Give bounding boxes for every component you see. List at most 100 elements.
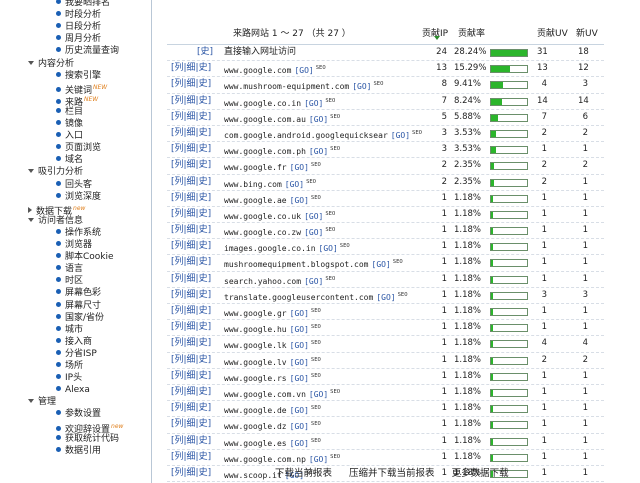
row-action-links[interactable]: [列|细|史] bbox=[171, 207, 211, 222]
row-action-links[interactable]: [列|细|史] bbox=[171, 401, 211, 416]
row-action-links[interactable]: [列|细|史] bbox=[171, 110, 211, 125]
expand-down-icon[interactable] bbox=[28, 217, 34, 222]
site-name[interactable]: www.google.lk bbox=[224, 341, 287, 350]
go-link[interactable]: [GO] bbox=[290, 163, 309, 172]
sidebar-item-1[interactable]: 时段分析 bbox=[56, 9, 101, 21]
seo-link[interactable]: SEO bbox=[393, 259, 403, 265]
go-link[interactable]: [GO] bbox=[304, 212, 323, 221]
seo-link[interactable]: SEO bbox=[311, 405, 321, 411]
sidebar-item-6[interactable]: 搜索引擎 bbox=[56, 70, 101, 82]
seo-link[interactable]: SEO bbox=[330, 454, 340, 460]
seo-link[interactable]: SEO bbox=[330, 146, 340, 152]
seo-link[interactable]: SEO bbox=[311, 438, 321, 444]
go-link[interactable]: [GO] bbox=[352, 82, 371, 91]
history-link[interactable]: [史] bbox=[197, 45, 213, 60]
go-link[interactable]: [GO] bbox=[309, 390, 328, 399]
row-action-links[interactable]: [列|细|史] bbox=[171, 369, 211, 384]
expand-down-icon[interactable] bbox=[28, 399, 34, 404]
sidebar-item-35[interactable]: 欢迎辞设置new bbox=[56, 421, 123, 435]
row-action-links[interactable]: [列|细|史] bbox=[171, 77, 211, 92]
sidebar-item-32[interactable]: Alexa bbox=[56, 384, 90, 396]
go-link[interactable]: [GO] bbox=[309, 147, 328, 156]
seo-link[interactable]: SEO bbox=[311, 308, 321, 314]
more-downloads-link[interactable]: 更多数据下载 bbox=[452, 468, 509, 479]
seo-link[interactable]: SEO bbox=[412, 130, 422, 136]
sidebar-section-33[interactable]: 管理 bbox=[28, 396, 56, 408]
site-name[interactable]: www.google.co.in bbox=[224, 99, 301, 108]
row-action-links[interactable]: [列|细|史] bbox=[171, 450, 211, 465]
row-action-links[interactable]: [列|细|史] bbox=[171, 158, 211, 173]
sidebar-item-10[interactable]: 镜像 bbox=[56, 118, 83, 130]
go-link[interactable]: [GO] bbox=[319, 244, 338, 253]
seo-link[interactable]: SEO bbox=[325, 276, 335, 282]
seo-link[interactable]: SEO bbox=[311, 324, 321, 330]
sidebar-item-8[interactable]: 来路NEW bbox=[56, 94, 98, 108]
site-name[interactable]: mushroomequipment.blogspot.com bbox=[224, 260, 369, 269]
row-action-links[interactable]: [列|细|史] bbox=[171, 336, 211, 351]
sidebar-item-25[interactable]: 屏幕尺寸 bbox=[56, 300, 101, 312]
row-action-links[interactable]: [列|细|史] bbox=[171, 223, 211, 238]
site-name[interactable]: www.scoop.it bbox=[224, 471, 282, 480]
sidebar-item-20[interactable]: 浏览器 bbox=[56, 239, 92, 251]
site-name[interactable]: www.google.com.vn bbox=[224, 390, 306, 399]
go-link[interactable]: [GO] bbox=[290, 325, 309, 334]
go-link[interactable]: [GO] bbox=[290, 309, 309, 318]
sidebar-item-13[interactable]: 域名 bbox=[56, 154, 83, 166]
row-action-links[interactable]: [列|细|史] bbox=[171, 320, 211, 335]
sidebar-item-29[interactable]: 分省ISP bbox=[56, 348, 97, 360]
seo-link[interactable]: SEO bbox=[316, 65, 326, 71]
go-link[interactable]: [GO] bbox=[304, 228, 323, 237]
seo-link[interactable]: SEO bbox=[311, 357, 321, 363]
site-name[interactable]: www.google.fr bbox=[224, 163, 287, 172]
site-name[interactable]: www.google.rs bbox=[224, 374, 287, 383]
sidebar-item-30[interactable]: 场所 bbox=[56, 360, 83, 372]
site-name[interactable]: translate.googleusercontent.com bbox=[224, 293, 373, 302]
site-name[interactable]: www.google.hu bbox=[224, 325, 287, 334]
expand-down-icon[interactable] bbox=[28, 60, 34, 65]
sidebar-item-34[interactable]: 参数设置 bbox=[56, 408, 101, 420]
header-new-uv[interactable]: 新UV bbox=[576, 26, 598, 39]
sidebar-item-24[interactable]: 屏幕色彩 bbox=[56, 287, 101, 299]
seo-link[interactable]: SEO bbox=[311, 421, 321, 427]
seo-link[interactable]: SEO bbox=[330, 114, 340, 120]
go-link[interactable]: [GO] bbox=[391, 131, 410, 140]
seo-link[interactable]: SEO bbox=[325, 211, 335, 217]
go-link[interactable]: [GO] bbox=[290, 406, 309, 415]
site-name[interactable]: com.google.android.googlequicksear bbox=[224, 131, 388, 140]
sidebar-item-22[interactable]: 语言 bbox=[56, 263, 83, 275]
site-name[interactable]: www.bing.com bbox=[224, 180, 282, 189]
seo-link[interactable]: SEO bbox=[311, 195, 321, 201]
sidebar-item-11[interactable]: 入口 bbox=[56, 130, 83, 142]
site-name[interactable]: www.google.com.au bbox=[224, 115, 306, 124]
sidebar-section-17[interactable]: 数据下载new bbox=[28, 203, 85, 217]
row-action-links[interactable]: [列|细|史] bbox=[171, 353, 211, 368]
go-link[interactable]: [GO] bbox=[309, 115, 328, 124]
expand-down-icon[interactable] bbox=[28, 169, 34, 174]
row-action-links[interactable]: [列|细|史] bbox=[171, 239, 211, 254]
row-action-links[interactable]: [列|细|史] bbox=[171, 61, 211, 76]
sidebar-item-4[interactable]: 历史流量查询 bbox=[56, 45, 119, 57]
zip-download-link[interactable]: 压缩并下载当前报表 bbox=[349, 468, 435, 479]
site-name[interactable]: www.google.co.uk bbox=[224, 212, 301, 221]
header-uv[interactable]: 贡献UV bbox=[537, 26, 568, 39]
sidebar-item-28[interactable]: 接入商 bbox=[56, 336, 92, 348]
row-action-links[interactable]: [列|细|史] bbox=[171, 385, 211, 400]
sidebar-item-3[interactable]: 周月分析 bbox=[56, 33, 101, 45]
site-name[interactable]: search.yahoo.com bbox=[224, 277, 301, 286]
go-link[interactable]: [GO] bbox=[294, 66, 313, 75]
sidebar-item-16[interactable]: 浏览深度 bbox=[56, 191, 101, 203]
site-name[interactable]: www.google.co.zw bbox=[224, 228, 301, 237]
seo-link[interactable]: SEO bbox=[340, 243, 350, 249]
row-action-links[interactable]: [列|细|史] bbox=[171, 126, 211, 141]
site-name[interactable]: www.google.dz bbox=[224, 422, 287, 431]
go-link[interactable]: [GO] bbox=[290, 422, 309, 431]
sidebar-item-26[interactable]: 国家/省份 bbox=[56, 312, 104, 324]
row-action-links[interactable]: [列|细|史] bbox=[171, 142, 211, 157]
seo-link[interactable]: SEO bbox=[311, 340, 321, 346]
go-link[interactable]: [GO] bbox=[372, 260, 391, 269]
seo-link[interactable]: SEO bbox=[311, 373, 321, 379]
row-action-links[interactable]: [列|细|史] bbox=[171, 288, 211, 303]
seo-link[interactable]: SEO bbox=[398, 292, 408, 298]
sidebar-item-15[interactable]: 回头客 bbox=[56, 179, 92, 191]
go-link[interactable]: [GO] bbox=[304, 277, 323, 286]
